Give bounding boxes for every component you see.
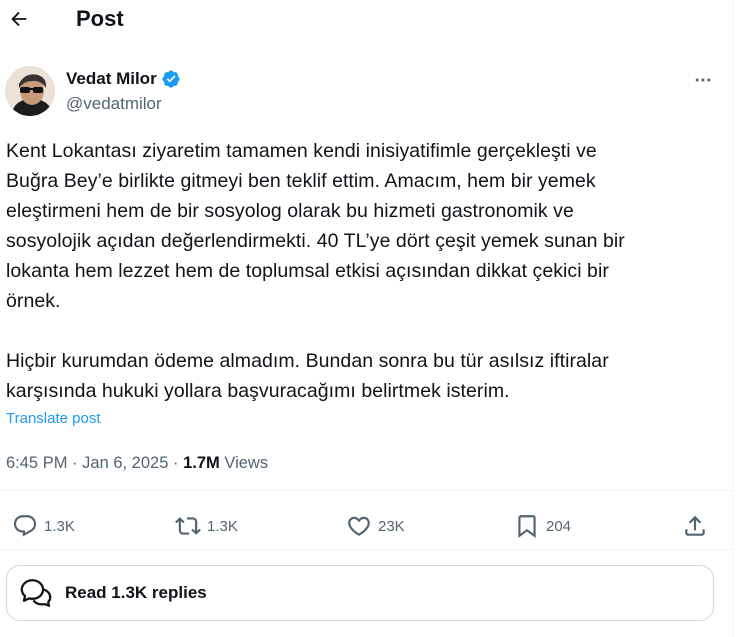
more-options-button[interactable] bbox=[690, 68, 716, 92]
bookmark-count: 204 bbox=[546, 517, 572, 535]
like-count: 23K bbox=[378, 517, 405, 535]
post-meta: 6:45 PM · Jan 6, 2025 · 1.7M Views bbox=[6, 452, 268, 474]
verified-badge-icon[interactable] bbox=[161, 69, 181, 89]
chat-bubbles-icon bbox=[20, 579, 52, 607]
bookmark-icon bbox=[518, 515, 536, 538]
author-name-row: Vedat Milor bbox=[66, 68, 181, 90]
divider bbox=[0, 490, 733, 491]
page-header: Post bbox=[0, 0, 733, 40]
repost-icon bbox=[175, 517, 201, 535]
avatar-image bbox=[5, 66, 55, 116]
post-page: Post Vedat Milor @vedatmilor Kent Lokant… bbox=[0, 0, 733, 637]
post-time[interactable]: 6:45 PM bbox=[6, 454, 67, 472]
share-button[interactable] bbox=[682, 506, 708, 546]
action-bar: 1.3K 1.3K 23K 204 bbox=[0, 506, 733, 546]
meta-separator: · bbox=[72, 454, 78, 472]
views-count: 1.7M bbox=[183, 454, 220, 472]
back-arrow-icon bbox=[11, 11, 27, 27]
repost-button[interactable]: 1.3K bbox=[175, 506, 238, 546]
views-label: Views bbox=[224, 454, 269, 472]
meta-separator-2: · bbox=[172, 454, 179, 472]
reply-button[interactable]: 1.3K bbox=[12, 506, 75, 546]
translate-post-link[interactable]: Translate post bbox=[6, 409, 101, 429]
post-text: Kent Lokantası ziyaretim tamamen kendi i… bbox=[6, 140, 625, 402]
read-replies-button[interactable]: Read 1.3K replies bbox=[6, 565, 714, 621]
reply-count: 1.3K bbox=[44, 517, 75, 535]
more-icon bbox=[695, 78, 711, 82]
page-title: Post bbox=[76, 6, 124, 31]
avatar[interactable] bbox=[5, 66, 55, 116]
repost-count: 1.3K bbox=[207, 517, 238, 535]
like-icon bbox=[348, 516, 370, 536]
author-handle[interactable]: @vedatmilor bbox=[66, 93, 162, 115]
read-replies-label: Read 1.3K replies bbox=[65, 583, 207, 602]
post-date[interactable]: Jan 6, 2025 bbox=[82, 454, 168, 472]
reply-icon bbox=[13, 515, 37, 537]
like-button[interactable]: 23K bbox=[346, 506, 405, 546]
bookmark-button[interactable]: 204 bbox=[514, 506, 571, 546]
back-button[interactable] bbox=[4, 2, 34, 36]
divider bbox=[0, 549, 733, 550]
author-name[interactable]: Vedat Milor bbox=[66, 68, 157, 90]
share-icon bbox=[685, 515, 705, 536]
